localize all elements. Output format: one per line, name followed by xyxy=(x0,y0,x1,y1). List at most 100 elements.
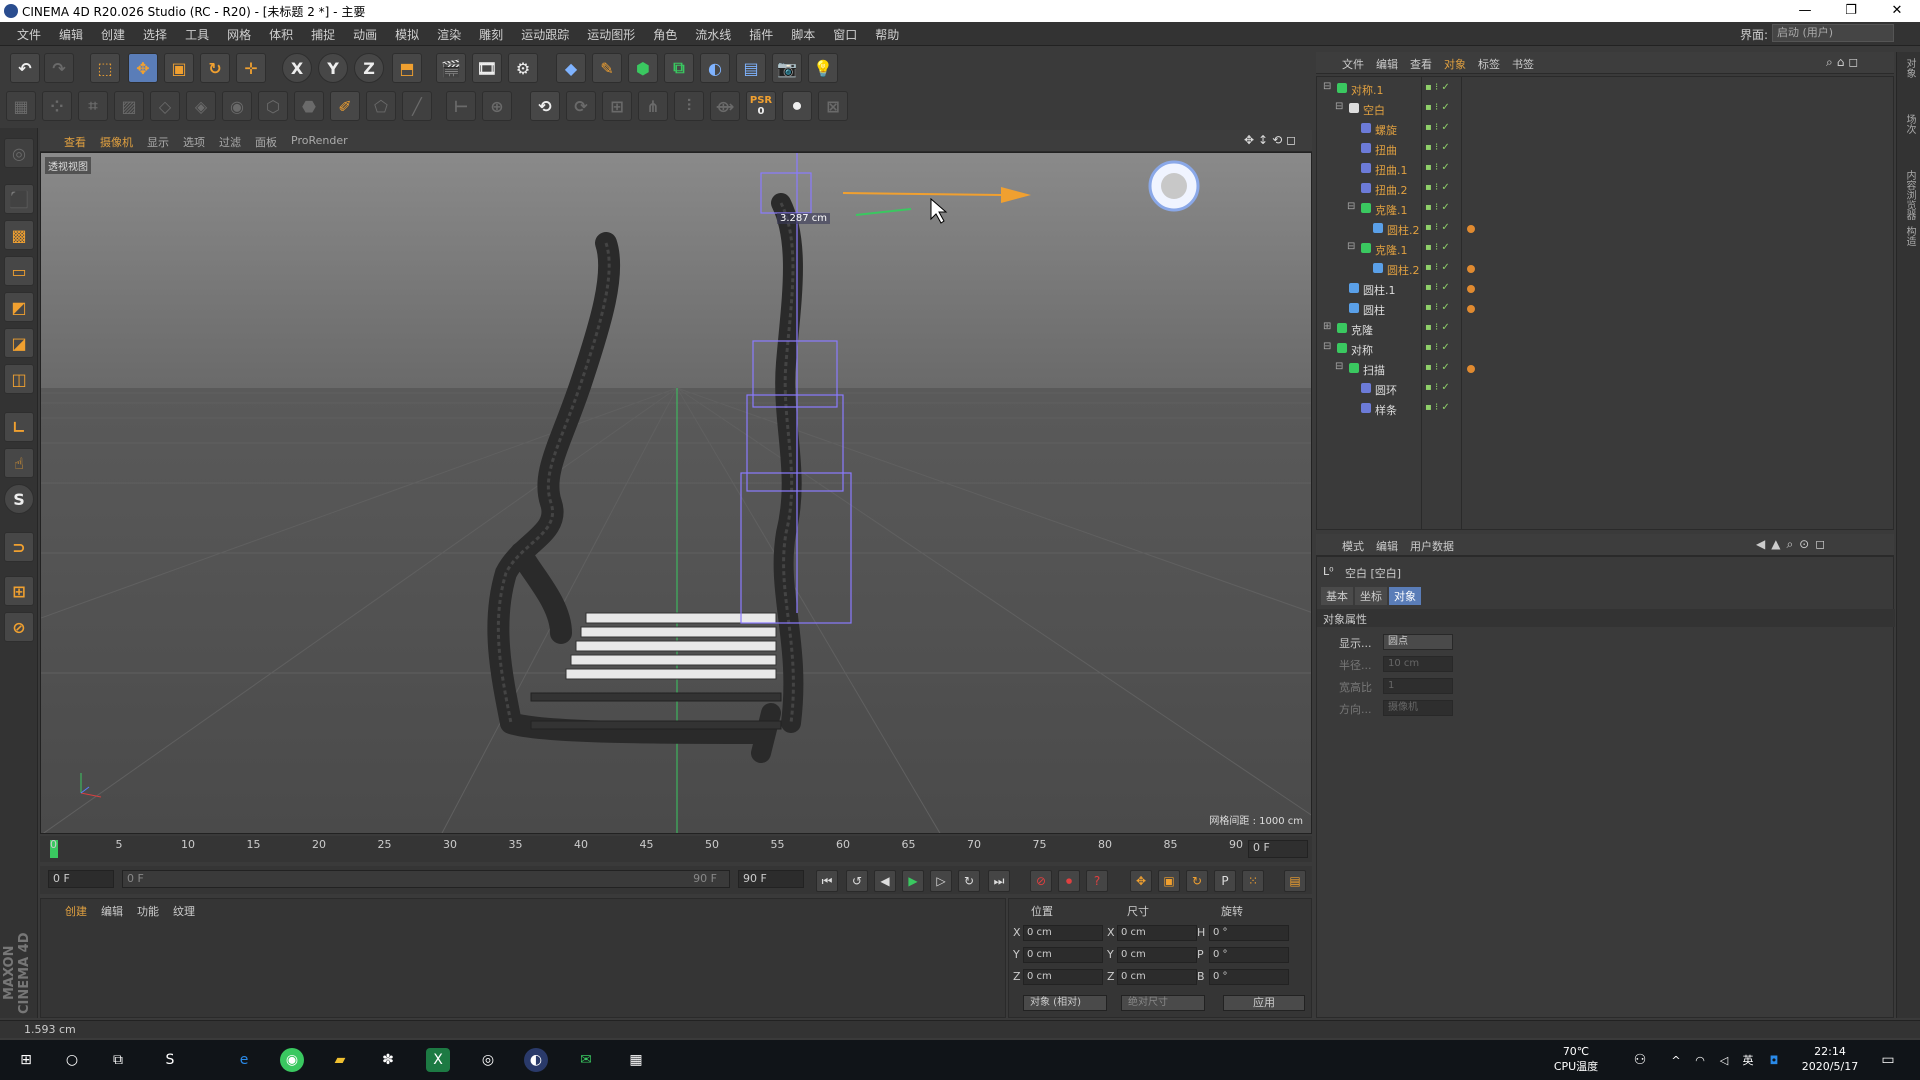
render-view-icon[interactable]: 🎬 xyxy=(436,53,466,83)
timeline-icon[interactable]: ⋔ xyxy=(638,91,668,121)
edges-tool-icon[interactable]: ◪ xyxy=(4,328,34,358)
menu-item[interactable]: 雕刻 xyxy=(470,26,512,43)
object-row[interactable]: ⊟ 对称.1 ▪ ⁝ ✓ xyxy=(1317,79,1893,99)
volume-icon[interactable]: ◁ xyxy=(1712,1048,1736,1072)
visibility-flags[interactable]: ▪ ⁝ ✓ xyxy=(1425,402,1450,413)
previous-frame-icon[interactable]: ◀ xyxy=(874,870,896,892)
deformer-icon[interactable]: ◐ xyxy=(700,53,730,83)
object-manager-menu-item[interactable]: 编辑 xyxy=(1376,56,1398,72)
make-object-icon[interactable]: ⬛ xyxy=(4,184,34,214)
side-tab[interactable]: 构造 xyxy=(1901,226,1917,246)
size-mode-select[interactable]: 绝对尺寸 xyxy=(1121,995,1205,1011)
menu-item[interactable]: 体积 xyxy=(260,26,302,43)
object-row[interactable]: ⊟ 空白 ▪ ⁝ ✓ xyxy=(1317,99,1893,119)
minimize-button[interactable]: — xyxy=(1782,0,1828,22)
autokeying-icon[interactable]: ⏺ xyxy=(1058,870,1080,892)
visibility-flags[interactable]: ▪ ⁝ ✓ xyxy=(1425,182,1450,193)
object-row[interactable]: ⊟ 克隆.1 ▪ ⁝ ✓ xyxy=(1317,199,1893,219)
viewport-tab[interactable]: ProRender xyxy=(291,134,348,150)
menu-item[interactable]: 文件 xyxy=(8,26,50,43)
add-icon[interactable]: ✛ xyxy=(236,53,266,83)
clock[interactable]: 22:14 2020/5/17 xyxy=(1790,1044,1870,1074)
layout-select[interactable]: 启动 (用户) xyxy=(1772,24,1894,42)
tray-chevron-icon[interactable]: ^ xyxy=(1664,1048,1688,1072)
texture-tool-icon[interactable]: ▩ xyxy=(4,220,34,250)
viewport-tab[interactable]: 摄像机 xyxy=(100,134,133,150)
play-icon[interactable]: ▶ xyxy=(902,870,924,892)
polygons-mode-icon[interactable]: ▨ xyxy=(114,91,144,121)
app-s-icon[interactable]: S xyxy=(158,1048,182,1072)
coordinate-system-icon[interactable]: ⬒ xyxy=(392,53,422,83)
cinema4d-taskbar-icon[interactable]: ◐ xyxy=(524,1048,548,1072)
next-key-icon[interactable]: ↻ xyxy=(958,870,980,892)
cloner-icon[interactable]: ⧉ xyxy=(664,53,694,83)
subdivision-icon[interactable]: ⬢ xyxy=(628,53,658,83)
maximize-button[interactable]: ❐ xyxy=(1828,0,1874,22)
menu-item[interactable]: 网格 xyxy=(218,26,260,43)
axis-tool-icon[interactable]: ∟ xyxy=(4,412,34,442)
tweak-icon[interactable]: ☝ xyxy=(4,448,34,478)
start-frame-field[interactable]: 0 F xyxy=(48,870,114,888)
visibility-flags[interactable]: ▪ ⁝ ✓ xyxy=(1425,282,1450,293)
visibility-flags[interactable]: ▪ ⁝ ✓ xyxy=(1425,202,1450,213)
expand-toggle-icon[interactable]: ⊟ xyxy=(1335,361,1343,372)
expand-toggle-icon[interactable]: ⊟ xyxy=(1323,81,1331,92)
dope-sheet-icon[interactable]: ⫶ xyxy=(674,91,704,121)
autokey-icon[interactable]: ⟳ xyxy=(566,91,596,121)
expand-toggle-icon[interactable]: ⊟ xyxy=(1347,201,1355,212)
viewport-tab[interactable]: 显示 xyxy=(147,134,169,150)
light-icon[interactable]: 💡 xyxy=(808,53,838,83)
object-manager-menu-item[interactable]: 书签 xyxy=(1512,56,1534,72)
previous-key-icon[interactable]: ↺ xyxy=(846,870,868,892)
render-picture-viewer-icon[interactable]: 🎞 xyxy=(472,53,502,83)
attribute-nav-icons[interactable]: ◀▲⌕⊙◻ xyxy=(1756,537,1831,552)
visibility-flags[interactable]: ▪ ⁝ ✓ xyxy=(1425,302,1450,313)
visibility-flags[interactable]: ▪ ⁝ ✓ xyxy=(1425,342,1450,353)
object-row[interactable]: ⊟ 克隆.1 ▪ ⁝ ✓ xyxy=(1317,239,1893,259)
windows-start-icon[interactable]: ⊞ xyxy=(14,1048,38,1072)
app-camera-icon[interactable]: ◎ xyxy=(476,1048,500,1072)
attribute-tab[interactable]: 对象 xyxy=(1389,587,1421,605)
solo-icon[interactable]: ⬠ xyxy=(366,91,396,121)
camera-icon[interactable]: 📷 xyxy=(772,53,802,83)
attribute-tab[interactable]: 基本 xyxy=(1321,587,1353,605)
object-tag-icon[interactable] xyxy=(1467,265,1475,273)
object-row[interactable]: 样条 ▪ ⁝ ✓ xyxy=(1317,399,1893,419)
visibility-flags[interactable]: ▪ ⁝ ✓ xyxy=(1425,242,1450,253)
menu-item[interactable]: 创建 xyxy=(92,26,134,43)
z-axis-lock-button[interactable]: Z xyxy=(354,53,384,83)
object-tag-icon[interactable] xyxy=(1467,365,1475,373)
psr-button[interactable]: PSR 0 xyxy=(746,91,776,121)
object-row[interactable]: 圆柱.2 ▪ ⁝ ✓ xyxy=(1317,259,1893,279)
go-to-start-icon[interactable]: ⏮ xyxy=(816,870,838,892)
expand-toggle-icon[interactable]: ⊟ xyxy=(1323,341,1331,352)
model-mode-icon[interactable]: ◇ xyxy=(150,91,180,121)
visibility-flags[interactable]: ▪ ⁝ ✓ xyxy=(1425,162,1450,173)
network-icon[interactable]: ◠ xyxy=(1688,1048,1712,1072)
position-field[interactable]: 0 cm xyxy=(1023,947,1103,963)
expand-toggle-icon[interactable]: ⊟ xyxy=(1335,101,1343,112)
expand-toggle-icon[interactable]: ⊟ xyxy=(1347,241,1355,252)
rotate-icon[interactable]: ↻ xyxy=(200,53,230,83)
object-tag-icon[interactable] xyxy=(1467,305,1475,313)
menu-item[interactable]: 脚本 xyxy=(782,26,824,43)
workplane-icon[interactable]: ◉ xyxy=(222,91,252,121)
axis-mode-icon[interactable]: ⬡ xyxy=(258,91,288,121)
redo-icon[interactable]: ↷ xyxy=(44,53,74,83)
knife-icon[interactable]: ╱ xyxy=(402,91,432,121)
object-manager-tools-icon[interactable]: ⌕⌂◻ xyxy=(1826,55,1862,70)
y-axis-lock-button[interactable]: Y xyxy=(318,53,348,83)
menu-item[interactable]: 流水线 xyxy=(686,26,740,43)
position-field[interactable]: 0 cm xyxy=(1023,969,1103,985)
menu-item[interactable]: 选择 xyxy=(134,26,176,43)
menu-item[interactable]: 渲染 xyxy=(428,26,470,43)
material-menu-item[interactable]: 纹理 xyxy=(173,903,195,919)
key-scale-icon[interactable]: ▣ xyxy=(1158,870,1180,892)
floor-icon[interactable]: ▤ xyxy=(736,53,766,83)
object-manager-menu-item[interactable]: 对象 xyxy=(1444,56,1466,72)
end-frame-field[interactable]: 90 F xyxy=(738,870,804,888)
pen-icon[interactable]: ✎ xyxy=(592,53,622,83)
timeline-window-icon[interactable]: ▤ xyxy=(1284,870,1306,892)
menu-item[interactable]: 编辑 xyxy=(50,26,92,43)
texture-mode-icon[interactable]: ◈ xyxy=(186,91,216,121)
